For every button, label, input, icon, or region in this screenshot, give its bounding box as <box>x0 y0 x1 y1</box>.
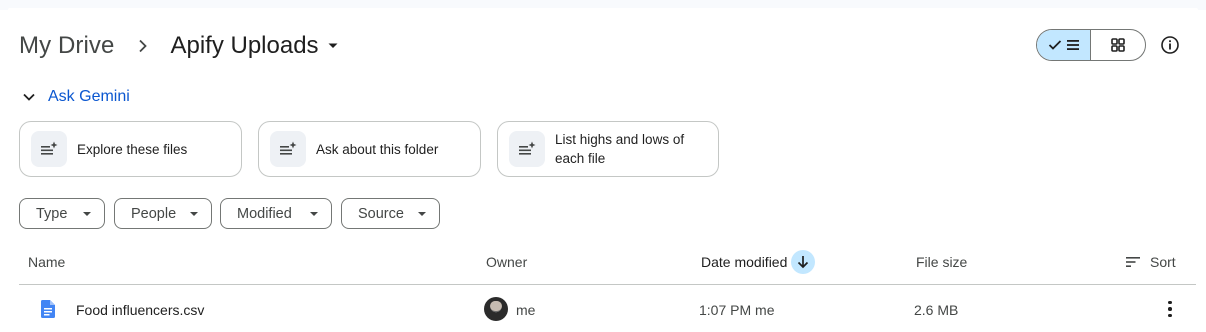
ask-gemini-label: Ask Gemini <box>48 88 130 105</box>
file-name[interactable]: Food influencers.csv <box>76 301 204 319</box>
suggestion-ask-folder[interactable]: Ask about this folder <box>258 121 481 177</box>
sort-icon <box>1126 257 1140 267</box>
list-icon <box>1066 40 1079 50</box>
sort-label: Sort <box>1150 254 1176 270</box>
sparkle-list-icon <box>31 131 67 167</box>
filter-people[interactable]: People <box>114 198 212 229</box>
file-size: 2.6 MB <box>914 302 959 318</box>
breadcrumb-current-folder[interactable]: Apify Uploads <box>170 32 318 60</box>
caret-down-icon <box>418 212 426 216</box>
ask-gemini-toggle[interactable]: Ask Gemini <box>22 86 130 108</box>
view-toggle <box>1036 29 1146 61</box>
suggestion-label: List highs and lows of each file <box>555 132 685 166</box>
chevron-right-icon <box>128 39 158 53</box>
caret-down-icon <box>190 212 198 216</box>
more-actions-icon[interactable] <box>1160 298 1180 320</box>
table-row[interactable]: Food influencers.csv me 1:07 PM me 2.6 M… <box>0 285 1206 332</box>
folder-menu-dropdown-icon[interactable] <box>327 42 339 50</box>
suggestion-label: Ask about this folder <box>316 141 439 157</box>
filter-label: People <box>131 205 177 222</box>
column-header-date-modified[interactable]: Date modified <box>701 250 816 274</box>
column-header-owner[interactable]: Owner <box>486 252 527 272</box>
avatar <box>484 297 508 321</box>
filter-source[interactable]: Source <box>341 198 440 229</box>
sparkle-list-icon <box>509 131 545 167</box>
column-header-name[interactable]: Name <box>28 252 65 272</box>
breadcrumb-my-drive[interactable]: My Drive <box>19 32 114 60</box>
filter-modified[interactable]: Modified <box>220 198 332 229</box>
file-modified: 1:07 PM me <box>699 302 775 318</box>
suggestion-highs-lows[interactable]: List highs and lows of each file <box>497 121 719 177</box>
filter-label: Source <box>358 205 404 222</box>
check-icon <box>1048 40 1061 50</box>
list-view-button[interactable] <box>1037 30 1092 60</box>
filter-label: Modified <box>237 205 292 222</box>
suggestion-explore-files[interactable]: Explore these files <box>19 121 242 177</box>
grid-view-button[interactable] <box>1091 30 1145 60</box>
google-doc-icon <box>41 300 55 323</box>
breadcrumb: My Drive Apify Uploads <box>19 28 339 64</box>
info-icon[interactable] <box>1159 34 1181 56</box>
filter-type[interactable]: Type <box>19 198 105 229</box>
file-owner: me <box>516 302 536 318</box>
column-header-file-size[interactable]: File size <box>916 252 967 272</box>
suggestion-label: Explore these files <box>77 141 188 157</box>
arrow-down-icon[interactable] <box>791 250 816 274</box>
filter-label: Type <box>36 205 68 222</box>
sort-button[interactable]: Sort <box>1125 252 1176 272</box>
chevron-down-icon <box>23 93 35 101</box>
app-top-strip <box>0 0 1206 10</box>
caret-down-icon <box>83 212 91 216</box>
caret-down-icon <box>310 212 318 216</box>
grid-icon <box>1111 38 1125 52</box>
sparkle-list-icon <box>270 131 306 167</box>
column-header-label: Date modified <box>701 254 788 270</box>
